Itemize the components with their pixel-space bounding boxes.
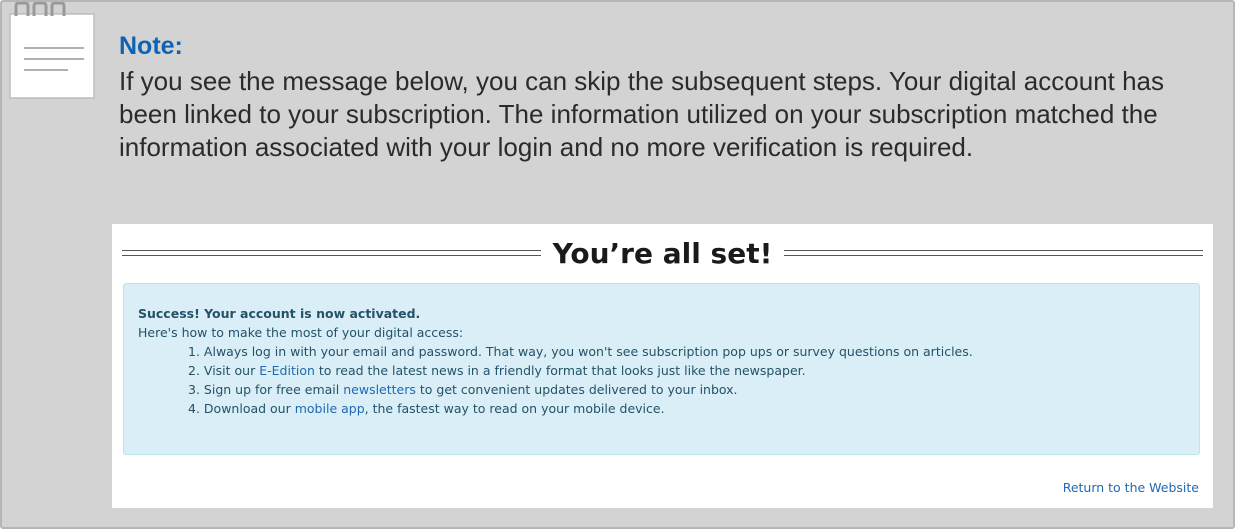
return-to-website-link[interactable]: Return to the Website (1063, 480, 1199, 495)
step-item: 2. Visit our E-Edition to read the lates… (188, 363, 806, 378)
e-edition-link[interactable]: E-Edition (259, 363, 315, 378)
success-intro: Here's how to make the most of your digi… (138, 325, 464, 340)
note-text: If you see the message below, you can sk… (119, 66, 1165, 162)
step-item: 1. Always log in with your email and pas… (188, 344, 973, 359)
heading-rule-left (122, 250, 541, 256)
note-title: Note: (119, 32, 183, 60)
page-heading: You’re all set! (552, 236, 773, 270)
step-item: 3. Sign up for free email newsletters to… (188, 382, 738, 397)
notepad-icon (9, 2, 95, 99)
newsletters-link[interactable]: newsletters (343, 382, 416, 397)
success-alert: Success! Your account is now activated. … (123, 283, 1200, 455)
activation-screenshot: You’re all set! Success! Your account is… (112, 224, 1213, 508)
steps-list: 1. Always log in with your email and pas… (138, 342, 1185, 418)
heading-rule-right (784, 250, 1203, 256)
note-callout: Note: If you see the message below, you … (0, 0, 1235, 529)
step-item: 4. Download our mobile app, the fastest … (188, 401, 665, 416)
mobile-app-link[interactable]: mobile app (295, 401, 365, 416)
success-title: Success! Your account is now activated. (138, 306, 421, 321)
heading-row: You’re all set! (122, 232, 1203, 274)
